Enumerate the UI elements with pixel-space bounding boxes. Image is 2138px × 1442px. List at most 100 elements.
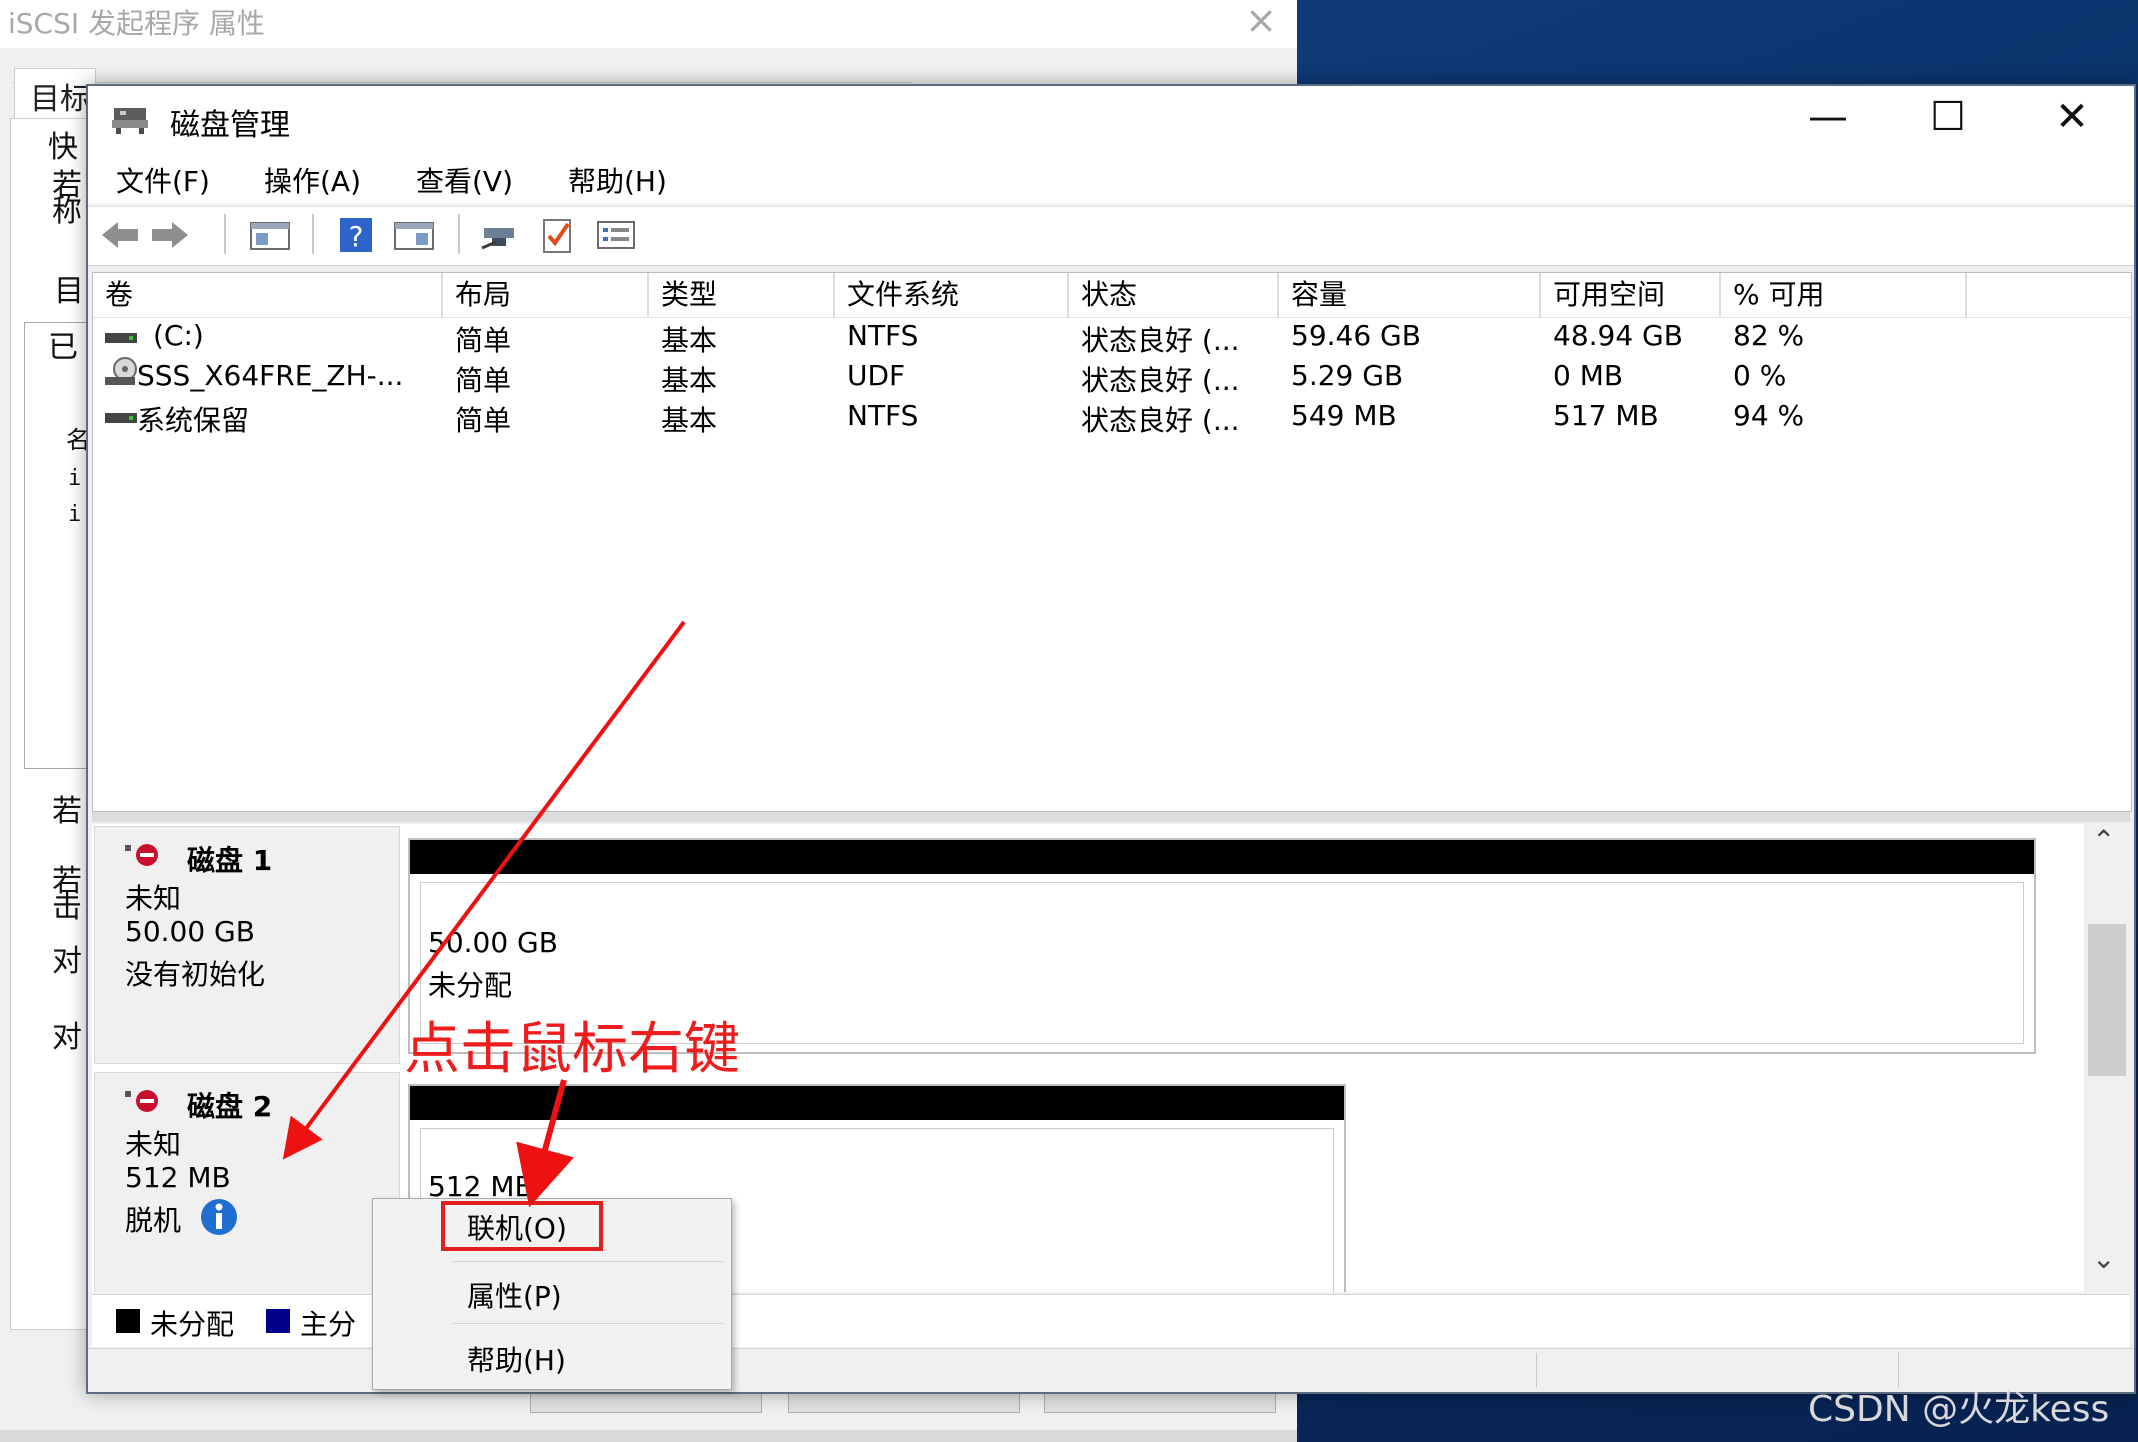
volume-layout: 简单 <box>455 324 512 357</box>
iscsi-side-text: 若 <box>52 794 82 829</box>
volume-status: 状态良好 (... <box>1081 404 1240 437</box>
menu-file[interactable]: 文件(F) <box>116 160 210 200</box>
connect-icon[interactable] <box>478 214 522 256</box>
minimize-button[interactable]: — <box>1798 92 1858 142</box>
volume-status: 状态良好 (... <box>1081 324 1240 357</box>
menu-separator <box>453 1323 723 1324</box>
disk-management-icon <box>112 108 148 134</box>
svg-text:?: ? <box>349 220 364 253</box>
volume-percent-free: 94 % <box>1733 399 1805 432</box>
disk-1-name: 磁盘 1 <box>187 844 273 877</box>
volume-type: 基本 <box>661 364 718 397</box>
column-free-space[interactable]: 可用空间 <box>1541 273 1721 317</box>
iscsi-close-button[interactable]: × <box>1245 0 1277 42</box>
forward-arrow-icon[interactable] <box>148 214 192 256</box>
column-capacity[interactable]: 容量 <box>1279 273 1541 317</box>
volume-percent-free: 82 % <box>1733 319 1805 352</box>
legend-unallocated-label: 未分配 <box>150 1308 235 1341</box>
toolbar-separator <box>224 214 226 254</box>
iscsi-window-title: iSCSI 发起程序 属性 <box>8 7 265 40</box>
volume-name: SSS_X64FRE_ZH-... <box>137 359 404 392</box>
iscsi-side-text: 对 <box>52 944 82 979</box>
iscsi-side-text: 称 <box>52 194 82 229</box>
iscsi-tab-label: 目标 <box>30 82 90 117</box>
volume-percent-free: 0 % <box>1733 359 1787 392</box>
iscsi-titlebar: iSCSI 发起程序 属性 × <box>0 0 1297 48</box>
disk-2-kind: 未知 <box>125 1128 182 1161</box>
console-tree-icon[interactable] <box>248 214 292 256</box>
annotation-text: 点击鼠标右键 <box>404 1017 740 1082</box>
disk-error-icon <box>125 1090 158 1112</box>
scroll-down-icon[interactable]: ⌄ <box>2092 1242 2115 1275</box>
iscsi-side-text: 已 <box>48 330 78 365</box>
menu-bar <box>88 152 2134 204</box>
partition-header-bar <box>410 1086 1344 1120</box>
disk-2-size: 512 MB <box>125 1161 231 1194</box>
watermark: CSDN @火龙kess <box>1808 1389 2110 1430</box>
volume-free-space: 0 MB <box>1553 359 1624 392</box>
column-layout[interactable]: 布局 <box>443 273 649 317</box>
info-icon[interactable] <box>199 1197 239 1237</box>
menu-help[interactable]: 帮助(H) <box>568 160 667 200</box>
scrollbar-thumb[interactable] <box>2088 924 2126 1076</box>
volume-free-space: 48.94 GB <box>1553 319 1683 352</box>
volume-status: 状态良好 (... <box>1081 364 1240 397</box>
iscsi-side-text: i <box>68 502 82 527</box>
iscsi-side-text: 对 <box>52 1020 82 1055</box>
volume-layout: 简单 <box>455 404 512 437</box>
toolbar-separator <box>312 214 314 254</box>
partition-header-bar <box>410 840 2034 874</box>
menu-item-online[interactable]: 联机(O) <box>467 1207 567 1247</box>
column-status[interactable]: 状态 <box>1069 273 1279 317</box>
menu-item-properties[interactable]: 属性(P) <box>467 1275 562 1315</box>
scroll-up-icon[interactable]: ⌃ <box>2092 824 2115 857</box>
list-icon[interactable] <box>594 214 638 256</box>
close-button[interactable]: ✕ <box>2042 92 2102 142</box>
volume-type: 基本 <box>661 404 718 437</box>
volume-filesystem: NTFS <box>847 319 919 352</box>
disk-map-scrollbar[interactable]: ⌃ ⌄ <box>2084 824 2130 1292</box>
disk-1-state: 没有初始化 <box>125 958 266 991</box>
column-filesystem[interactable]: 文件系统 <box>835 273 1069 317</box>
partition-label: 未分配 <box>428 969 513 1002</box>
menu-separator <box>453 1261 723 1262</box>
menu-action[interactable]: 操作(A) <box>264 160 361 200</box>
volume-name: 系统保留 <box>137 404 250 437</box>
disk-1-kind: 未知 <box>125 882 182 915</box>
legend-unallocated-swatch <box>116 1309 140 1333</box>
help-icon[interactable]: ? <box>334 214 378 256</box>
iscsi-bottom-edge <box>0 1430 1297 1442</box>
properties-pane-icon[interactable] <box>392 214 436 256</box>
drive-icon <box>105 413 137 423</box>
dm-window-title: 磁盘管理 <box>170 108 290 143</box>
column-percent-free[interactable]: % 可用 <box>1721 273 1967 317</box>
iscsi-side-text: 目 <box>54 274 84 309</box>
column-type[interactable]: 类型 <box>649 273 835 317</box>
pane-splitter[interactable] <box>92 812 2130 822</box>
iscsi-side-text: i <box>68 466 82 491</box>
disk-error-icon <box>125 844 158 866</box>
check-icon[interactable] <box>536 214 580 256</box>
disk-2-name: 磁盘 2 <box>187 1090 273 1123</box>
legend-primary-swatch <box>266 1309 290 1333</box>
cd-drive-icon <box>105 357 137 385</box>
volume-list[interactable]: 卷 布局 类型 文件系统 状态 容量 可用空间 % 可用 (C:) 简单 基本 … <box>92 272 2132 812</box>
volume-type: 基本 <box>661 324 718 357</box>
volume-list-header: 卷 布局 类型 文件系统 状态 容量 可用空间 % 可用 <box>93 273 2131 318</box>
volume-capacity: 549 MB <box>1291 399 1397 432</box>
dm-titlebar: 磁盘管理 — ☐ ✕ <box>88 86 2134 152</box>
volume-free-space: 517 MB <box>1553 399 1659 432</box>
context-menu: 联机(O) 属性(P) 帮助(H) <box>372 1198 732 1390</box>
status-separator <box>1536 1353 1537 1387</box>
disk-1-info[interactable]: 磁盘 1 未知 50.00 GB 没有初始化 <box>94 826 400 1064</box>
drive-icon <box>105 333 137 343</box>
column-volume[interactable]: 卷 <box>93 273 443 317</box>
volume-capacity: 59.46 GB <box>1291 319 1421 352</box>
maximize-button[interactable]: ☐ <box>1918 92 1978 142</box>
disk-2-info[interactable]: 磁盘 2 未知 512 MB 脱机 <box>94 1072 400 1292</box>
back-arrow-icon[interactable] <box>98 214 142 256</box>
menu-view[interactable]: 查看(V) <box>416 160 513 200</box>
menu-item-help[interactable]: 帮助(H) <box>467 1339 566 1379</box>
volume-capacity: 5.29 GB <box>1291 359 1404 392</box>
iscsi-side-text: 击 <box>52 890 82 925</box>
